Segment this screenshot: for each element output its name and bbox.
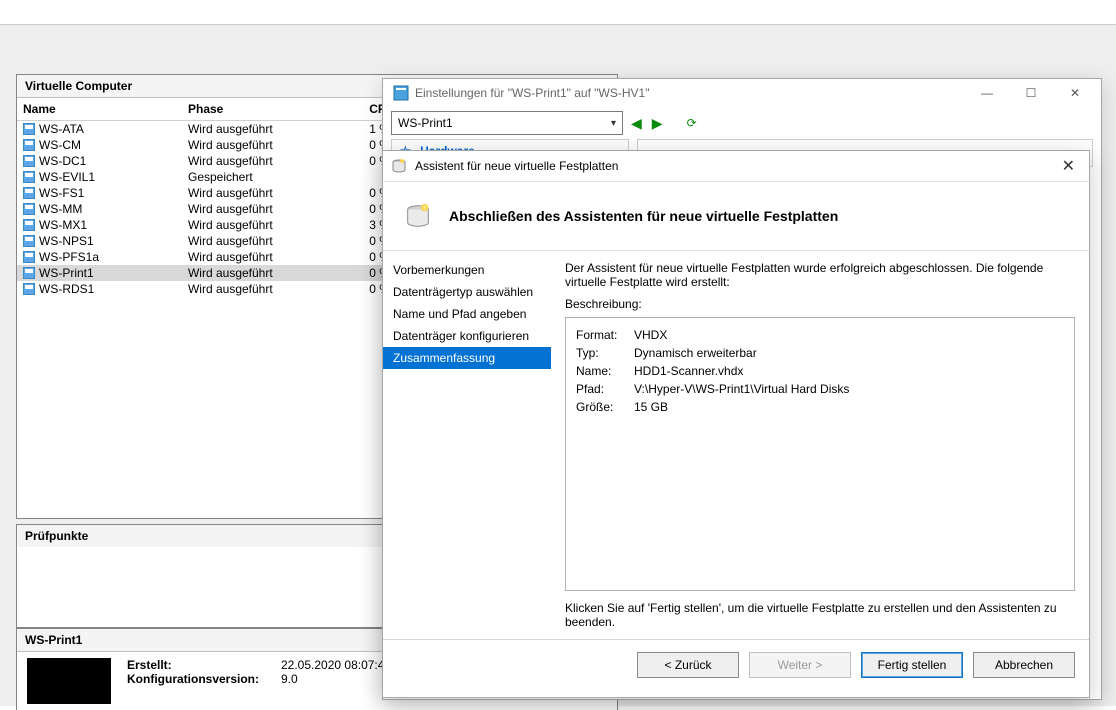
chevron-down-icon: ▾ — [611, 118, 616, 129]
created-value: 22.05.2020 08:07:43 — [281, 658, 391, 672]
close-button[interactable]: ✕ — [1053, 79, 1097, 107]
vm-icon — [23, 267, 35, 279]
new-vhd-wizard: Assistent für neue virtuelle Festplatten… — [382, 150, 1090, 698]
wizard-hint-text: Klicken Sie auf 'Fertig stellen', um die… — [565, 601, 1075, 629]
wizard-step[interactable]: Vorbemerkungen — [383, 259, 551, 281]
summary-format-value: VHDX — [634, 326, 667, 344]
vm-thumbnail[interactable] — [27, 658, 111, 704]
created-label: Erstellt: — [127, 658, 277, 672]
wizard-step[interactable]: Name und Pfad angeben — [383, 303, 551, 325]
summary-path-label: Pfad: — [576, 380, 628, 398]
finish-button[interactable]: Fertig stellen — [861, 652, 963, 678]
refresh-icon[interactable]: ⟳ — [687, 116, 697, 130]
wizard-step[interactable]: Datenträgertyp auswählen — [383, 281, 551, 303]
settings-title: Einstellungen für "WS-Print1" auf "WS-HV… — [415, 86, 965, 100]
summary-name-value: HDD1-Scanner.vhdx — [634, 362, 743, 380]
summary-path-value: V:\Hyper-V\WS-Print1\Virtual Hard Disks — [634, 380, 849, 398]
minimize-button[interactable]: — — [965, 79, 1009, 107]
vm-selector-combo[interactable]: WS-Print1 ▾ — [391, 111, 623, 135]
maximize-button[interactable]: ☐ — [1009, 79, 1053, 107]
next-button: Weiter > — [749, 652, 851, 678]
summary-size-value: 15 GB — [634, 398, 668, 416]
summary-size-label: Größe: — [576, 398, 628, 416]
config-version-label: Konfigurationsversion: — [127, 672, 277, 686]
vm-icon — [23, 187, 35, 199]
vm-icon — [23, 123, 35, 135]
nav-back-icon[interactable]: ◀ — [629, 115, 644, 132]
settings-icon — [393, 85, 409, 101]
wizard-step[interactable]: Datenträger konfigurieren — [383, 325, 551, 347]
vm-icon — [23, 235, 35, 247]
summary-format-label: Format: — [576, 326, 628, 344]
disk-wizard-big-icon — [403, 201, 433, 231]
vm-icon — [23, 219, 35, 231]
wizard-header-text: Abschließen des Assistenten für neue vir… — [449, 208, 838, 224]
vm-icon — [23, 139, 35, 151]
back-button[interactable]: < Zurück — [637, 652, 739, 678]
vm-icon — [23, 171, 35, 183]
summary-type-label: Typ: — [576, 344, 628, 362]
disk-wizard-icon — [391, 158, 407, 174]
vm-icon — [23, 155, 35, 167]
col-name[interactable]: Name — [17, 98, 182, 121]
wizard-step[interactable]: Zusammenfassung — [383, 347, 551, 369]
vm-icon — [23, 251, 35, 263]
summary-type-value: Dynamisch erweiterbar — [634, 344, 757, 362]
wizard-steps-nav: VorbemerkungenDatenträgertyp auswählenNa… — [383, 251, 551, 639]
config-version-value: 9.0 — [281, 672, 298, 686]
nav-forward-icon[interactable]: ▶ — [650, 115, 665, 132]
col-phase[interactable]: Phase — [182, 98, 363, 121]
wizard-summary-box: Format: VHDX Typ: Dynamisch erweiterbar Na… — [565, 317, 1075, 591]
vm-icon — [23, 283, 35, 295]
wizard-intro-text: Der Assistent für neue virtuelle Festpla… — [565, 261, 1075, 289]
wizard-description-label: Beschreibung: — [565, 297, 1075, 311]
vm-selector-value: WS-Print1 — [398, 116, 453, 130]
vm-icon — [23, 203, 35, 215]
cancel-button[interactable]: Abbrechen — [973, 652, 1075, 678]
settings-title-bar: Einstellungen für "WS-Print1" auf "WS-HV… — [383, 79, 1101, 107]
wizard-close-button[interactable]: ✕ — [1056, 156, 1081, 176]
wizard-title-text: Assistent für neue virtuelle Festplatten — [415, 159, 618, 173]
summary-name-label: Name: — [576, 362, 628, 380]
